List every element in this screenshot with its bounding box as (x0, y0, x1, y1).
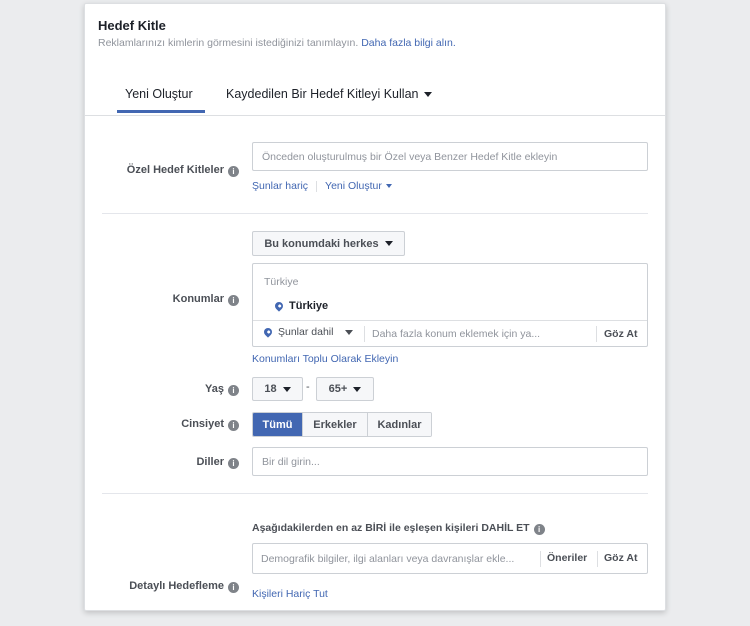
info-icon[interactable]: i (228, 582, 239, 593)
exclude-people-link[interactable]: Kişileri Hariç Tut (252, 588, 328, 600)
age-min-dropdown[interactable]: 18 (252, 377, 303, 401)
section-description: Reklamlarınızı kimlerin görmesini istedi… (98, 37, 456, 49)
caret-down-icon (385, 184, 392, 189)
language-input[interactable]: Bir dil girin... (252, 447, 648, 476)
languages-label-text: Diller (196, 456, 224, 468)
selected-location[interactable]: Türkiye (273, 300, 329, 312)
create-new-dropdown[interactable]: Yeni Oluştur (325, 180, 392, 192)
gender-label: Cinsiyet i (181, 418, 239, 431)
detailed-targeting-input-box: Demografik bilgiler, ilgi alanları veya … (252, 543, 648, 574)
custom-audience-input[interactable]: Önceden oluşturulmuş bir Özel veya Benze… (252, 142, 648, 171)
location-search-placeholder: Daha fazla konum eklemek için ya... (372, 328, 541, 340)
gender-option-male[interactable]: Erkekler (303, 413, 368, 436)
location-pin-icon (273, 300, 285, 312)
location-scope-label: Bu konumdaki herkes (264, 237, 379, 250)
suggestions-button[interactable]: Öneriler (547, 552, 587, 564)
caret-down-icon (282, 386, 291, 392)
detailed-targeting-input[interactable]: Demografik bilgiler, ilgi alanları veya … (261, 553, 514, 565)
learn-more-link[interactable]: Daha fazla bilgi alın. (361, 37, 456, 49)
tabs-divider (85, 115, 665, 116)
languages-label: Diller i (196, 456, 239, 469)
section-title: Hedef Kitle (98, 18, 166, 33)
info-icon[interactable]: i (228, 458, 239, 469)
age-min-value: 18 (264, 383, 277, 395)
location-search-input[interactable]: Daha fazla konum eklemek için ya... (372, 328, 540, 340)
field-divider (540, 551, 541, 567)
detailed-targeting-label-text: Detaylı Hedefleme (129, 580, 224, 592)
field-divider (364, 326, 365, 342)
include-dropdown[interactable]: Şunlar dahil (262, 326, 354, 338)
gender-option-all[interactable]: Tümü (253, 413, 303, 436)
include-criteria-text: Aşağıdakilerden en az BİRİ ile eşleşen k… (252, 522, 545, 535)
link-divider (316, 180, 318, 192)
info-icon[interactable]: i (228, 385, 239, 396)
age-label: Yaş i (205, 383, 239, 396)
info-icon[interactable]: i (228, 295, 239, 306)
bulk-add-locations-link[interactable]: Konumları Toplu Olarak Ekleyin (252, 353, 398, 365)
active-tab-indicator (117, 110, 205, 113)
info-icon[interactable]: i (228, 166, 239, 177)
location-pin-icon (262, 326, 274, 338)
field-divider (597, 551, 598, 567)
gender-selector: Tümü Erkekler Kadınlar (252, 412, 432, 437)
location-box: Türkiye Türkiye Şunlar dahil Daha fazla … (252, 263, 648, 347)
age-max-dropdown[interactable]: 65+ (316, 377, 374, 401)
exclude-link[interactable]: Şunlar hariç (252, 180, 308, 192)
locations-label: Konumlar i (173, 293, 239, 306)
info-icon[interactable]: i (533, 524, 545, 535)
locations-label-text: Konumlar (172, 293, 224, 305)
selected-location-label: Türkiye (289, 300, 329, 312)
custom-audience-placeholder: Önceden oluşturulmuş bir Özel veya Benze… (262, 150, 558, 163)
field-divider (596, 326, 597, 342)
location-box-divider (253, 320, 647, 321)
caret-down-icon (345, 329, 354, 335)
tab-saved-audience-label: Kaydedilen Bir Hedef Kitleyi Kullan (226, 87, 419, 101)
age-label-text: Yaş (205, 383, 224, 395)
gender-option-female[interactable]: Kadınlar (368, 413, 431, 436)
tab-saved-audience[interactable]: Kaydedilen Bir Hedef Kitleyi Kullan (226, 87, 433, 101)
section-divider (102, 213, 648, 214)
gender-label-text: Cinsiyet (181, 418, 224, 430)
detailed-targeting-label: Detaylı Hedefleme i (129, 580, 239, 593)
custom-audiences-label: Özel Hedef Kitleler i (127, 164, 239, 177)
tab-create-new[interactable]: Yeni Oluştur (125, 87, 193, 101)
caret-down-icon (353, 386, 362, 392)
caret-down-icon (424, 92, 433, 98)
language-placeholder: Bir dil girin... (262, 455, 320, 468)
age-max-value: 65+ (328, 383, 348, 395)
custom-audience-links: Şunlar hariç Yeni Oluştur (252, 180, 392, 192)
section-divider (102, 493, 648, 494)
location-browse-button[interactable]: Göz At (604, 328, 637, 340)
create-new-label: Yeni Oluştur (325, 180, 382, 192)
age-separator: - (306, 381, 310, 393)
location-country-header: Türkiye (264, 276, 299, 288)
detailed-browse-button[interactable]: Göz At (604, 552, 637, 564)
detailed-targeting-placeholder: Demografik bilgiler, ilgi alanları veya … (261, 553, 515, 565)
custom-audiences-label-text: Özel Hedef Kitleler (126, 164, 224, 176)
include-dropdown-label: Şunlar dahil (278, 326, 334, 338)
include-criteria-label: Aşağıdakilerden en az BİRİ ile eşleşen k… (252, 522, 530, 534)
info-icon[interactable]: i (228, 420, 239, 431)
audience-panel: Hedef Kitle Reklamlarınızı kimlerin görm… (84, 3, 666, 611)
caret-down-icon (384, 241, 393, 246)
description-text: Reklamlarınızı kimlerin görmesini istedi… (98, 37, 359, 49)
location-scope-dropdown[interactable]: Bu konumdaki herkes (252, 231, 405, 256)
